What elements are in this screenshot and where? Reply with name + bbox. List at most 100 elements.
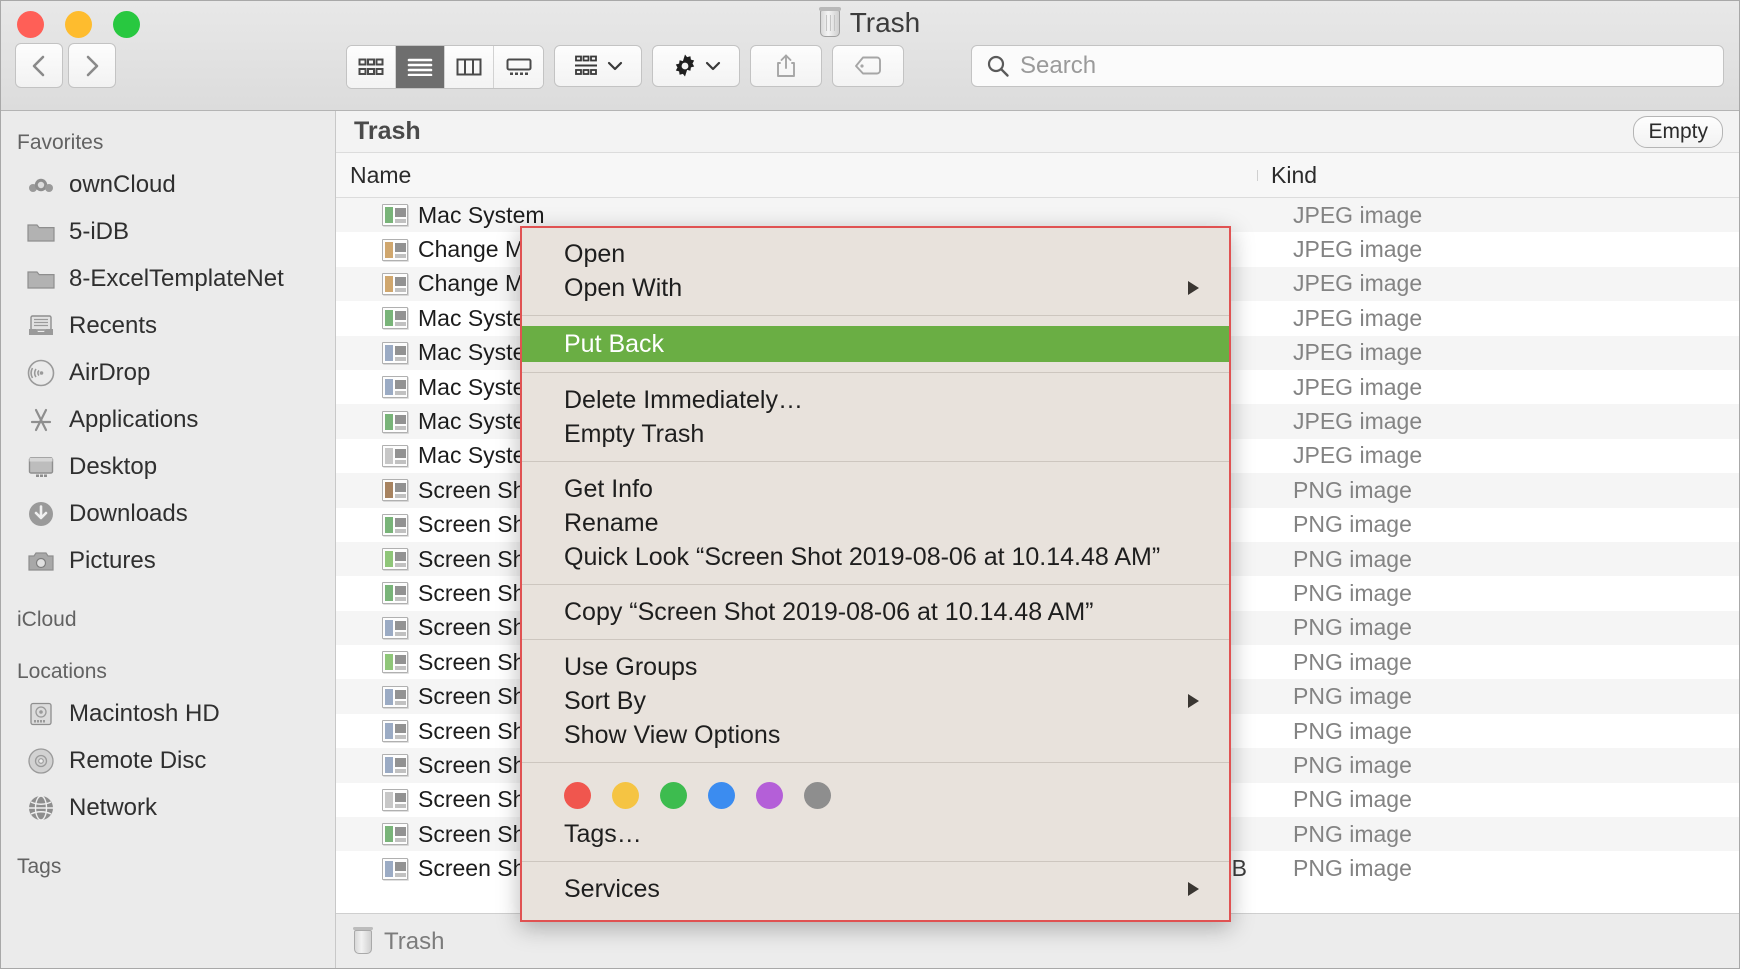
file-thumbnail-icon [382,686,408,708]
sidebar-item-pictures[interactable]: Pictures [1,537,335,584]
menu-item-services[interactable]: Services [522,872,1229,906]
column-view-button[interactable] [445,46,494,88]
sidebar-item-applications[interactable]: Applications [1,396,335,443]
sidebar: Favorites ownCloud [1,111,336,969]
sidebar-item-recents[interactable]: Recents [1,302,335,349]
column-header-kind[interactable]: Kind [1257,162,1739,189]
sidebar-item-desktop[interactable]: Desktop [1,443,335,490]
sidebar-item-airdrop[interactable]: AirDrop [1,349,335,396]
file-thumbnail-icon [382,582,408,604]
sidebar-item-5-idb[interactable]: 5-iDB [1,208,335,255]
file-thumbnail-icon [382,548,408,570]
group-by-button[interactable] [554,45,642,87]
menu-item-tags[interactable]: Tags… [522,817,1229,851]
chevron-down-icon [607,60,623,72]
pictures-icon [27,547,55,575]
downloads-icon [27,500,55,528]
sidebar-item-remote-disc[interactable]: Remote Disc [1,737,335,784]
menu-separator [522,372,1229,373]
sidebar-header-favorites: Favorites [1,121,335,161]
yellow-tag[interactable] [612,782,639,809]
menu-item-open-with[interactable]: Open With [522,271,1229,305]
menu-item-sort-by[interactable]: Sort By [522,684,1229,718]
empty-trash-button[interactable]: Empty [1633,116,1723,148]
cell-kind: PNG image [1257,546,1739,573]
sidebar-item-label: Applications [69,406,198,434]
disc-icon [27,747,55,775]
search-field[interactable]: Search [971,45,1724,87]
file-thumbnail-icon [382,342,408,364]
forward-button[interactable] [68,43,116,88]
sidebar-item-owncloud[interactable]: ownCloud [1,161,335,208]
menu-item-label: Get Info [564,475,653,504]
file-thumbnail-icon [382,789,408,811]
sidebar-item-macintosh-hd[interactable]: Macintosh HD [1,690,335,737]
file-name: Screen Sh [418,511,525,538]
file-thumbnail-icon [382,514,408,536]
sidebar-item-8-exceltemplatenet[interactable]: 8-ExcelTemplateNet [1,255,335,302]
menu-separator [522,584,1229,585]
action-menu-button[interactable] [652,45,740,87]
search-icon [986,54,1010,78]
gallery-icon [506,58,532,76]
menu-item-rename[interactable]: Rename [522,506,1229,540]
menu-item-label: Show View Options [564,721,780,750]
gallery-view-button[interactable] [494,46,543,88]
sidebar-item-network[interactable]: Network [1,784,335,831]
menu-item-label: Rename [564,509,659,538]
desktop-icon [27,453,55,481]
icon-view-button[interactable] [347,46,396,88]
menu-item-use-groups[interactable]: Use Groups [522,650,1229,684]
list-view-button[interactable] [396,46,445,88]
sidebar-header-icloud: iCloud [1,584,335,638]
menu-item-show-view-options[interactable]: Show View Options [522,718,1229,752]
menu-item-label: Sort By [564,687,646,716]
purple-tag[interactable] [756,782,783,809]
menu-item-empty-trash[interactable]: Empty Trash [522,417,1229,451]
file-name: Mac System [418,202,545,229]
cell-kind: JPEG image [1257,236,1739,263]
grid-icon [358,58,384,76]
submenu-arrow-icon [1188,694,1199,708]
back-button[interactable] [15,43,63,88]
share-button[interactable] [750,45,822,87]
menu-item-open[interactable]: Open [522,237,1229,271]
menu-item-quick-look[interactable]: Quick Look “Screen Shot 2019-08-06 at 10… [522,540,1229,574]
file-thumbnail-icon [382,307,408,329]
group-icon [574,55,600,77]
blue-tag[interactable] [708,782,735,809]
sidebar-header-tags: Tags [1,831,335,885]
sidebar-item-label: Macintosh HD [69,700,220,728]
sidebar-item-label: AirDrop [69,359,150,387]
cell-kind: JPEG image [1257,374,1739,401]
list-icon [407,58,433,76]
menu-item-copy[interactable]: Copy “Screen Shot 2019-08-06 at 10.14.48… [522,595,1229,629]
cell-kind: PNG image [1257,614,1739,641]
sidebar-item-downloads[interactable]: Downloads [1,490,335,537]
trash-icon [354,930,372,954]
menu-item-put-back[interactable]: Put Back [522,326,1229,362]
file-name: Screen Sh [418,786,525,813]
file-name: Screen Sh [418,718,525,745]
menu-item-label: Open [564,240,625,269]
file-name: Change M [418,236,524,263]
red-tag[interactable] [564,782,591,809]
cell-kind: PNG image [1257,821,1739,848]
green-tag[interactable] [660,782,687,809]
menu-item-get-info[interactable]: Get Info [522,472,1229,506]
cell-kind: PNG image [1257,649,1739,676]
tag-color-row [522,773,1229,817]
menu-item-label: Services [564,875,660,904]
sidebar-item-label: Network [69,794,157,822]
file-name: Screen Sh [418,683,525,710]
file-name: Screen Sh [418,477,525,504]
view-mode-group [346,45,544,89]
tag-button[interactable] [832,45,904,87]
cell-kind: JPEG image [1257,305,1739,332]
menu-item-label: Copy “Screen Shot 2019-08-06 at 10.14.48… [564,598,1094,627]
gray-tag[interactable] [804,782,831,809]
column-header-name[interactable]: Name [336,162,861,189]
cell-kind: PNG image [1257,718,1739,745]
file-thumbnail-icon [382,651,408,673]
menu-item-delete-immediately[interactable]: Delete Immediately… [522,383,1229,417]
